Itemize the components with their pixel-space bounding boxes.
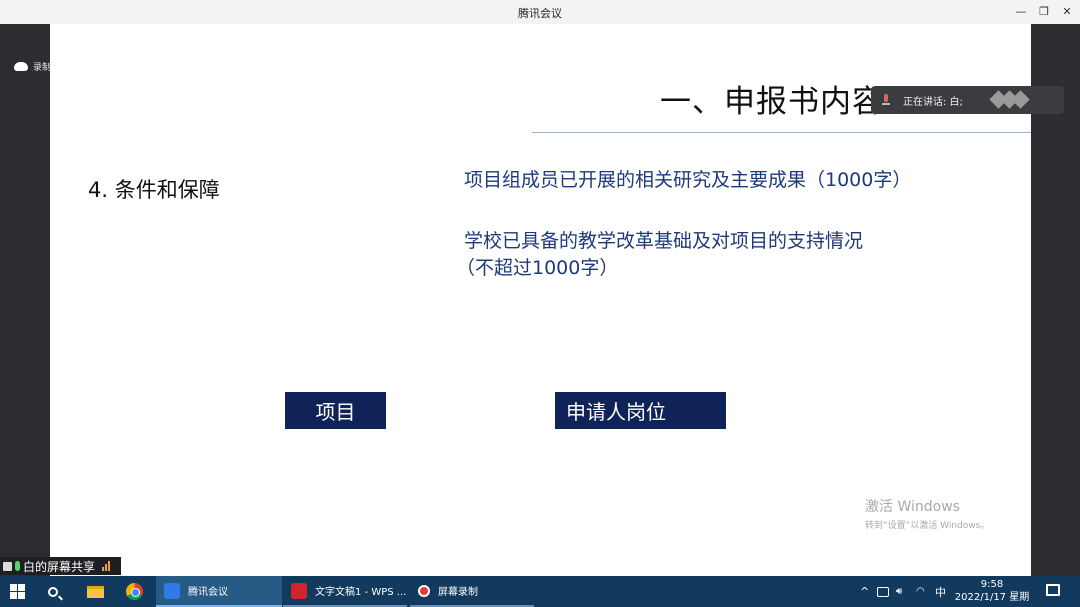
taskbar-app-screen-record[interactable]: 屏幕录制	[410, 576, 534, 607]
left-margin	[0, 24, 50, 576]
network-icon[interactable]	[877, 576, 889, 607]
requirement-text: （不超过1000字）	[456, 257, 619, 279]
microphone-icon	[15, 561, 20, 571]
share-label: 白的屏幕共享	[23, 559, 96, 574]
start-button[interactable]	[10, 576, 30, 607]
close-icon[interactable]: ✕	[1058, 3, 1076, 21]
volume-icon[interactable]: 🔊︎	[896, 576, 902, 607]
window-title: 腾讯会议	[518, 7, 562, 20]
watermark-line: 激活 Windows	[865, 499, 960, 515]
file-explorer-button[interactable]	[87, 576, 107, 607]
microphone-icon	[881, 94, 891, 106]
taskbar-app-tencent-meeting[interactable]: 腾讯会议	[156, 576, 282, 607]
restore-icon[interactable]: ❐	[1035, 3, 1053, 21]
requirement-text: 学校已具备的教学改革基础及对项目的支持情况	[464, 230, 864, 252]
tencent-meeting-icon	[164, 582, 180, 599]
clock-time: 9:58	[980, 579, 1004, 590]
search-icon	[48, 586, 58, 597]
section-heading: 4. 条件和保障	[88, 178, 220, 202]
cloud-icon	[14, 61, 28, 71]
chrome-button[interactable]	[126, 576, 146, 607]
taskbar-app-label: 腾讯会议	[188, 587, 228, 598]
speaking-panel[interactable]: 正在讲话: 白;	[871, 86, 1064, 114]
screen-icon	[3, 561, 12, 571]
applicant-position-box: 申请人岗位	[555, 392, 726, 429]
folder-icon	[87, 585, 104, 598]
wps-writer-icon	[291, 582, 307, 599]
requirement-text: 项目组成员已开展的相关研究及主要成果（1000字）	[464, 169, 912, 191]
taskbar-app-label: 文字文稿1 - WPS ...	[315, 587, 407, 598]
search-button[interactable]	[48, 576, 68, 607]
project-box: 项目	[285, 392, 386, 429]
show-hidden-icons-chevron-icon[interactable]: ^	[860, 576, 869, 607]
screen: 腾讯会议 — ❐ ✕ 录制中 一、申报书内容 4. 条件和保障 项目组成员已开展…	[0, 0, 1080, 607]
speaking-label: 正在讲话: 白;	[903, 96, 963, 108]
activate-windows-watermark: 激活 Windows 转到“设置”以激活 Windows。	[865, 496, 989, 531]
input-method-indicator[interactable]: 中	[935, 576, 946, 607]
windows-icon	[10, 584, 25, 599]
speaker-avatar	[989, 90, 1030, 109]
screen-record-icon	[418, 584, 430, 597]
taskbar-app-wps[interactable]: 文字文稿1 - WPS ...	[283, 576, 407, 607]
window-title-bar[interactable]: 腾讯会议 — ❐ ✕	[0, 0, 1080, 24]
system-clock[interactable]: 9:58 2022/1/17 星期一	[952, 578, 1032, 607]
title-divider	[532, 132, 1031, 133]
notification-center-icon[interactable]	[1046, 584, 1060, 596]
taskbar: 腾讯会议 文字文稿1 - WPS ... 屏幕录制 ^ 🔊︎ ◠ 中 9:58 …	[0, 576, 1080, 607]
chrome-icon	[126, 583, 143, 600]
wifi-icon[interactable]: ◠	[916, 576, 925, 607]
slide-title: 一、申报书内容	[660, 84, 884, 120]
signal-icon	[102, 561, 111, 571]
screen-share-badge[interactable]: 白的屏幕共享	[0, 557, 121, 575]
watermark-line: 转到“设置”以激活 Windows。	[865, 521, 990, 531]
taskbar-app-label: 屏幕录制	[438, 587, 478, 598]
clock-date: 2022/1/17 星期一	[954, 592, 1030, 607]
minimize-icon[interactable]: —	[1012, 3, 1030, 21]
